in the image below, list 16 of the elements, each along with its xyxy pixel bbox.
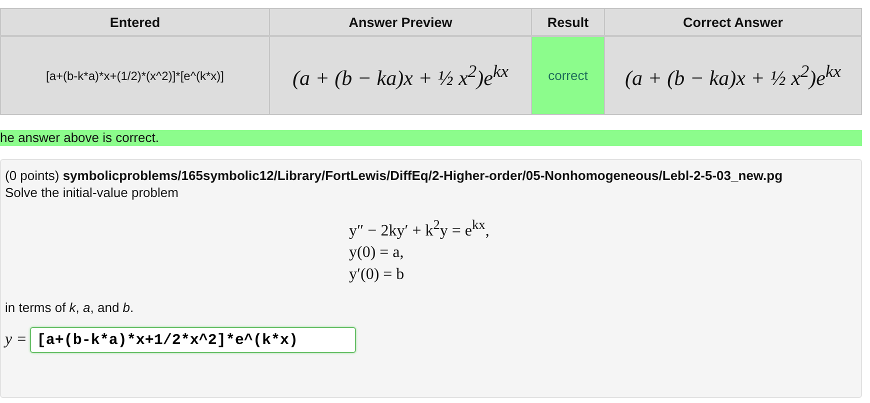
equation: y′(0) = b: [349, 265, 406, 286]
column-header: Answer Preview: [270, 8, 532, 36]
answer-field[interactable]: [a+(b-k*a)*x+1/2*x^2]*e^(k*x): [30, 327, 356, 354]
column-header: Entered: [0, 8, 270, 36]
table-cell: [a+(b-k*a)*x+(1/2)*(x^2)]*[e^(k*x)]: [0, 36, 270, 114]
formula: (a + (b − ka)x + ½ x$^{2}$)e$^{kx}$: [270, 36, 532, 114]
equation: y″ − 2ky′ + k$^{2}$y = e$^{kx}$,: [349, 216, 490, 242]
status-message: he answer above is correct.: [0, 130, 862, 146]
problem-path: (0 points) symbolicproblems/165symbolic12/Library/FortLewis/DiffEq/2-Higher-order/05-Nonhomogeneous/Lebl-2-5-03_new.pg: [5, 167, 784, 184]
problem-prompt: Solve the initial-value problem: [5, 184, 180, 201]
answer-label: y =: [5, 331, 27, 350]
result-cell: correct: [532, 36, 604, 114]
problem-text: in terms of k, a, and b.: [5, 299, 135, 316]
equation: y(0) = a,: [349, 243, 405, 264]
formula: (a + (b − ka)x + ½ x$^{2}$)e$^{kx}$: [604, 36, 862, 114]
column-header: Correct Answer: [604, 8, 862, 36]
